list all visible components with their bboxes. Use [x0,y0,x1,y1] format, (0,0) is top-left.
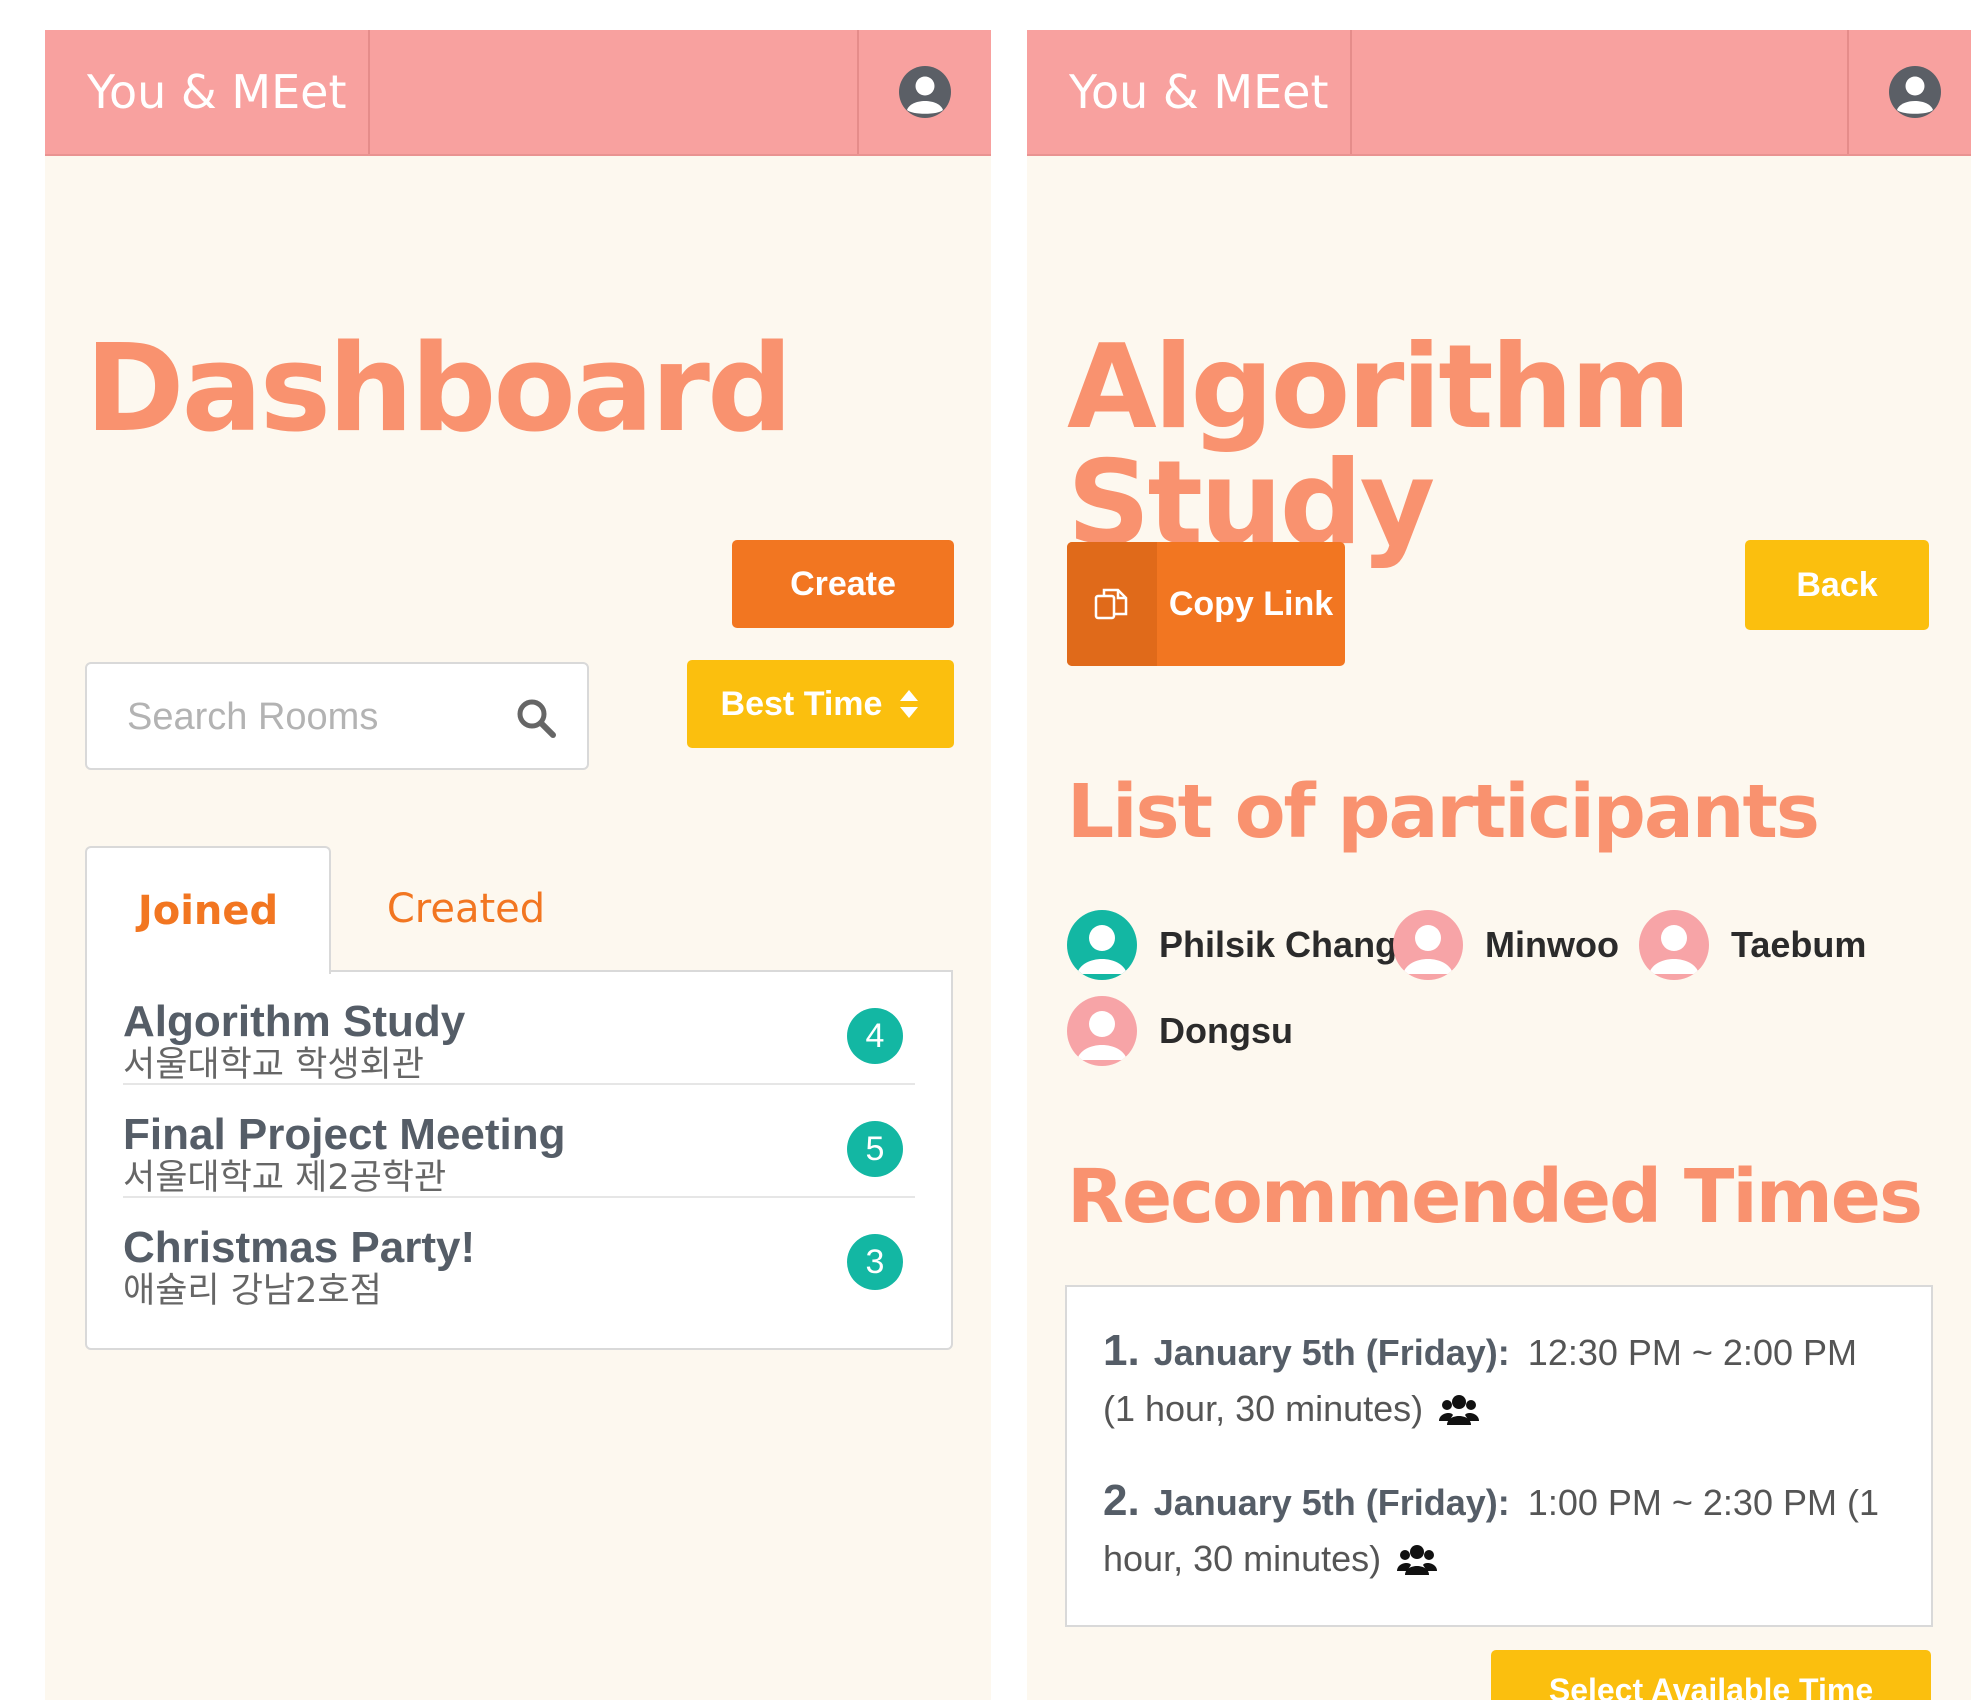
copy-icon [1094,588,1128,620]
profile-button[interactable] [1847,30,1971,154]
room-name: Algorithm Study [123,997,466,1046]
tab-created[interactable]: Created [331,846,601,972]
user-circle-icon [1889,66,1941,118]
best-time-sort-button[interactable]: Best Time [687,660,954,748]
recommended-time-item: 2. January 5th (Friday): 1:00 PM ~ 2:30 PM… [1103,1473,1893,1587]
users-icon [1439,1395,1480,1425]
app-header: You & MEet [1027,30,1971,156]
app-header: You & MEet [45,30,991,156]
participant: Taebum [1639,910,1866,980]
room-name: Final Project Meeting [123,1110,566,1159]
room-location: 서울대학교 학생회관 [123,1045,424,1085]
sort-icon [900,690,919,718]
participant-name: Taebum [1731,924,1867,965]
room-title: Algorithm Study [1067,320,1691,571]
avatar-icon [1393,910,1463,980]
room-detail-screen: You & MEet Algorithm Study Copy Link Bac… [1027,30,1971,1700]
copy-link-button[interactable]: Copy Link [1067,542,1345,666]
time-number: 1. [1103,1326,1140,1375]
copy-link-label: Copy Link [1168,585,1334,623]
avatar-icon [1067,910,1137,980]
avatar-icon [1067,996,1137,1066]
time-day: January 5th (Friday): [1153,1482,1510,1523]
search-box [85,662,589,770]
search-icon[interactable] [515,697,557,739]
room-location: 서울대학교 제2공학관 [123,1158,447,1198]
recommended-times-list: 1. January 5th (Friday): 12:30 PM ~ 2:00 P… [1065,1285,1933,1627]
member-count-badge: 4 [847,1008,903,1064]
room-name: Christmas Party! [123,1223,476,1272]
time-number: 2. [1103,1476,1140,1525]
participant: Dongsu [1067,996,1293,1066]
select-available-time-button[interactable]: Select Available Time [1491,1650,1931,1700]
back-button[interactable]: Back [1745,540,1929,630]
room-location: 애슐리 강남2호점 [123,1271,382,1311]
avatar-icon [1639,910,1709,980]
brand-logo[interactable]: You & MEet [45,30,370,154]
participant-name: Minwoo [1485,924,1619,965]
member-count-badge: 5 [847,1121,903,1177]
brand-logo[interactable]: You & MEet [1027,30,1352,154]
time-day: January 5th (Friday): [1153,1332,1510,1373]
participant: Philsik Chang [1067,910,1397,980]
participant-name: Dongsu [1159,1010,1293,1051]
list-item[interactable]: Algorithm Study 서울대학교 학생회관 4 [123,972,915,1085]
profile-button[interactable] [857,30,991,154]
create-button[interactable]: Create [732,540,954,628]
search-input[interactable] [125,682,489,752]
best-time-label: Best Time [720,684,883,723]
page-title: Dashboard [85,320,793,459]
room-tabs: Joined Created [85,846,953,974]
users-icon [1397,1545,1438,1575]
tab-joined[interactable]: Joined [85,846,331,974]
list-item[interactable]: Christmas Party! 애슐리 강남2호점 3 [123,1198,915,1311]
recommended-time-item: 1. January 5th (Friday): 12:30 PM ~ 2:00 P… [1103,1323,1893,1437]
user-circle-icon [899,66,951,118]
member-count-badge: 3 [847,1234,903,1290]
participant: Minwoo [1393,910,1619,980]
participants-heading: List of participants [1067,769,1820,855]
list-item[interactable]: Final Project Meeting 서울대학교 제2공학관 5 [123,1085,915,1198]
copy-icon-container [1067,542,1157,666]
participant-name: Philsik Chang [1159,924,1398,965]
recommended-heading: Recommended Times [1067,1154,1923,1240]
dashboard-screen: You & MEet Dashboard Create Best Time Jo… [45,30,991,1700]
room-list: Algorithm Study 서울대학교 학생회관 4 Final Proje… [85,970,953,1350]
